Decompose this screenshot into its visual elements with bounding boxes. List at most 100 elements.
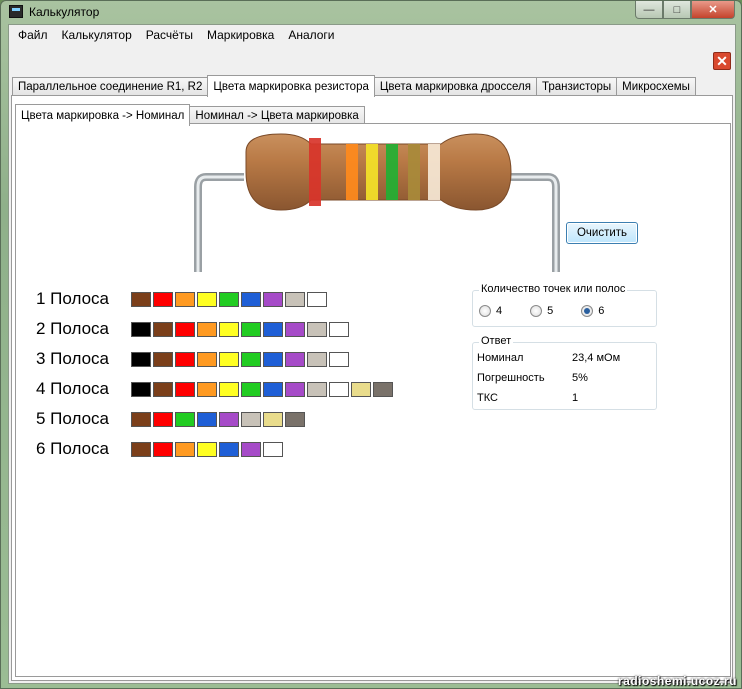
color-swatch[interactable]	[307, 351, 327, 367]
menu-analogs[interactable]: Аналоги	[281, 25, 341, 45]
color-swatches	[131, 291, 329, 307]
menu-file[interactable]: Файл	[11, 25, 55, 45]
color-swatch[interactable]	[219, 351, 239, 367]
color-swatch[interactable]	[351, 381, 371, 397]
color-swatch[interactable]	[241, 441, 261, 457]
subtab-color-to-value[interactable]: Цвета маркировка -> Номинал	[15, 104, 191, 126]
color-swatch[interactable]	[241, 381, 261, 397]
answer-key: Погрешность	[477, 372, 545, 384]
tab-parallel[interactable]: Параллельное соединение R1, R2	[12, 77, 209, 96]
points-count-radios: 4 5 6	[479, 305, 632, 317]
color-swatch[interactable]	[307, 321, 327, 337]
resistor-band	[366, 144, 378, 200]
color-swatch[interactable]	[263, 321, 283, 337]
tab-inductor-color[interactable]: Цвета маркировка дросселя	[373, 77, 537, 96]
color-swatch[interactable]	[219, 321, 239, 337]
band-row-label: 4 Полоса	[36, 379, 109, 398]
clear-button[interactable]: Очистить	[566, 222, 638, 244]
color-swatch[interactable]	[219, 411, 239, 427]
color-swatch[interactable]	[241, 291, 261, 307]
color-swatch[interactable]	[153, 291, 173, 307]
radio-label: 5	[547, 305, 554, 317]
radio-5[interactable]: 5	[530, 305, 553, 317]
color-swatch[interactable]	[285, 351, 305, 367]
color-swatch[interactable]	[175, 291, 195, 307]
color-swatch[interactable]	[175, 441, 195, 457]
color-swatch[interactable]	[131, 411, 151, 427]
color-swatch[interactable]	[219, 441, 239, 457]
color-swatch[interactable]	[197, 441, 217, 457]
color-swatch[interactable]	[197, 411, 217, 427]
resistor-image	[194, 133, 560, 272]
color-swatch[interactable]	[175, 351, 195, 367]
color-swatch[interactable]	[329, 351, 349, 367]
color-swatch[interactable]	[329, 321, 349, 337]
resistor-band	[428, 144, 440, 200]
color-swatch[interactable]	[197, 321, 217, 337]
color-swatch[interactable]	[197, 351, 217, 367]
color-swatch[interactable]	[263, 441, 283, 457]
color-swatch[interactable]	[131, 291, 151, 307]
color-swatch[interactable]	[219, 381, 239, 397]
color-swatch[interactable]	[329, 381, 349, 397]
color-swatches	[131, 381, 395, 397]
maximize-button[interactable]: □	[663, 1, 691, 19]
tab-resistor-color[interactable]: Цвета маркировка резистора	[207, 75, 375, 97]
color-swatch[interactable]	[131, 351, 151, 367]
color-swatch[interactable]	[241, 351, 261, 367]
points-count-title: Количество точек или полос	[479, 283, 628, 295]
color-swatch[interactable]	[263, 381, 283, 397]
color-swatch[interactable]	[263, 411, 283, 427]
menu-calculator[interactable]: Калькулятор	[55, 25, 139, 45]
color-swatch[interactable]	[219, 291, 239, 307]
tab-transistors[interactable]: Транзисторы	[536, 77, 618, 96]
color-swatch[interactable]	[131, 381, 151, 397]
radio-label: 4	[496, 305, 503, 317]
radio-circle[interactable]	[479, 305, 491, 317]
color-swatch[interactable]	[153, 321, 173, 337]
color-swatch[interactable]	[153, 411, 173, 427]
color-swatch[interactable]	[131, 321, 151, 337]
answer-key: ТКС	[477, 392, 498, 404]
color-swatch[interactable]	[263, 291, 283, 307]
radio-circle[interactable]	[581, 305, 594, 317]
minimize-button[interactable]: —	[635, 1, 663, 19]
color-swatch[interactable]	[241, 411, 261, 427]
color-swatch[interactable]	[307, 381, 327, 397]
color-swatch[interactable]	[285, 411, 305, 427]
band-row-2: 2 Полоса	[36, 314, 395, 344]
color-swatch[interactable]	[153, 381, 173, 397]
color-swatch[interactable]	[153, 441, 173, 457]
radio-6[interactable]: 6	[581, 305, 604, 317]
color-swatch[interactable]	[285, 291, 305, 307]
resistor-band	[309, 138, 321, 206]
menu-marking[interactable]: Маркировка	[200, 25, 281, 45]
radio-4[interactable]: 4	[479, 305, 502, 317]
band-row-label: 1 Полоса	[36, 289, 109, 308]
close-icon[interactable]: ✕	[713, 52, 731, 70]
color-swatch[interactable]	[197, 381, 217, 397]
radio-circle[interactable]	[530, 305, 543, 317]
color-swatch[interactable]	[175, 381, 195, 397]
color-swatch[interactable]	[131, 441, 151, 457]
window-close-button[interactable]: ✕	[691, 1, 735, 19]
answer-row-nominal: Номинал 23,4 мОм	[477, 352, 620, 364]
points-count-group: Количество точек или полос 4 5 6	[472, 283, 657, 327]
color-swatch[interactable]	[197, 291, 217, 307]
color-swatch[interactable]	[373, 381, 393, 397]
menu-calculations[interactable]: Расчёты	[139, 25, 200, 45]
color-swatch[interactable]	[153, 351, 173, 367]
color-swatch[interactable]	[175, 321, 195, 337]
tab-chips[interactable]: Микросхемы	[616, 77, 696, 96]
color-swatch[interactable]	[307, 291, 327, 307]
resistor-band	[346, 144, 358, 200]
color-swatch[interactable]	[175, 411, 195, 427]
color-swatch[interactable]	[241, 321, 261, 337]
color-swatch[interactable]	[285, 321, 305, 337]
subtab-page: Очистить 1 Полоса 2 Полоса 3 Полоса 4 По…	[15, 123, 731, 677]
band-row-5: 5 Полоса	[36, 404, 395, 434]
color-swatch[interactable]	[285, 381, 305, 397]
band-row-4: 4 Полоса	[36, 374, 395, 404]
color-swatch[interactable]	[263, 351, 283, 367]
window-controls: — □ ✕	[635, 1, 735, 19]
